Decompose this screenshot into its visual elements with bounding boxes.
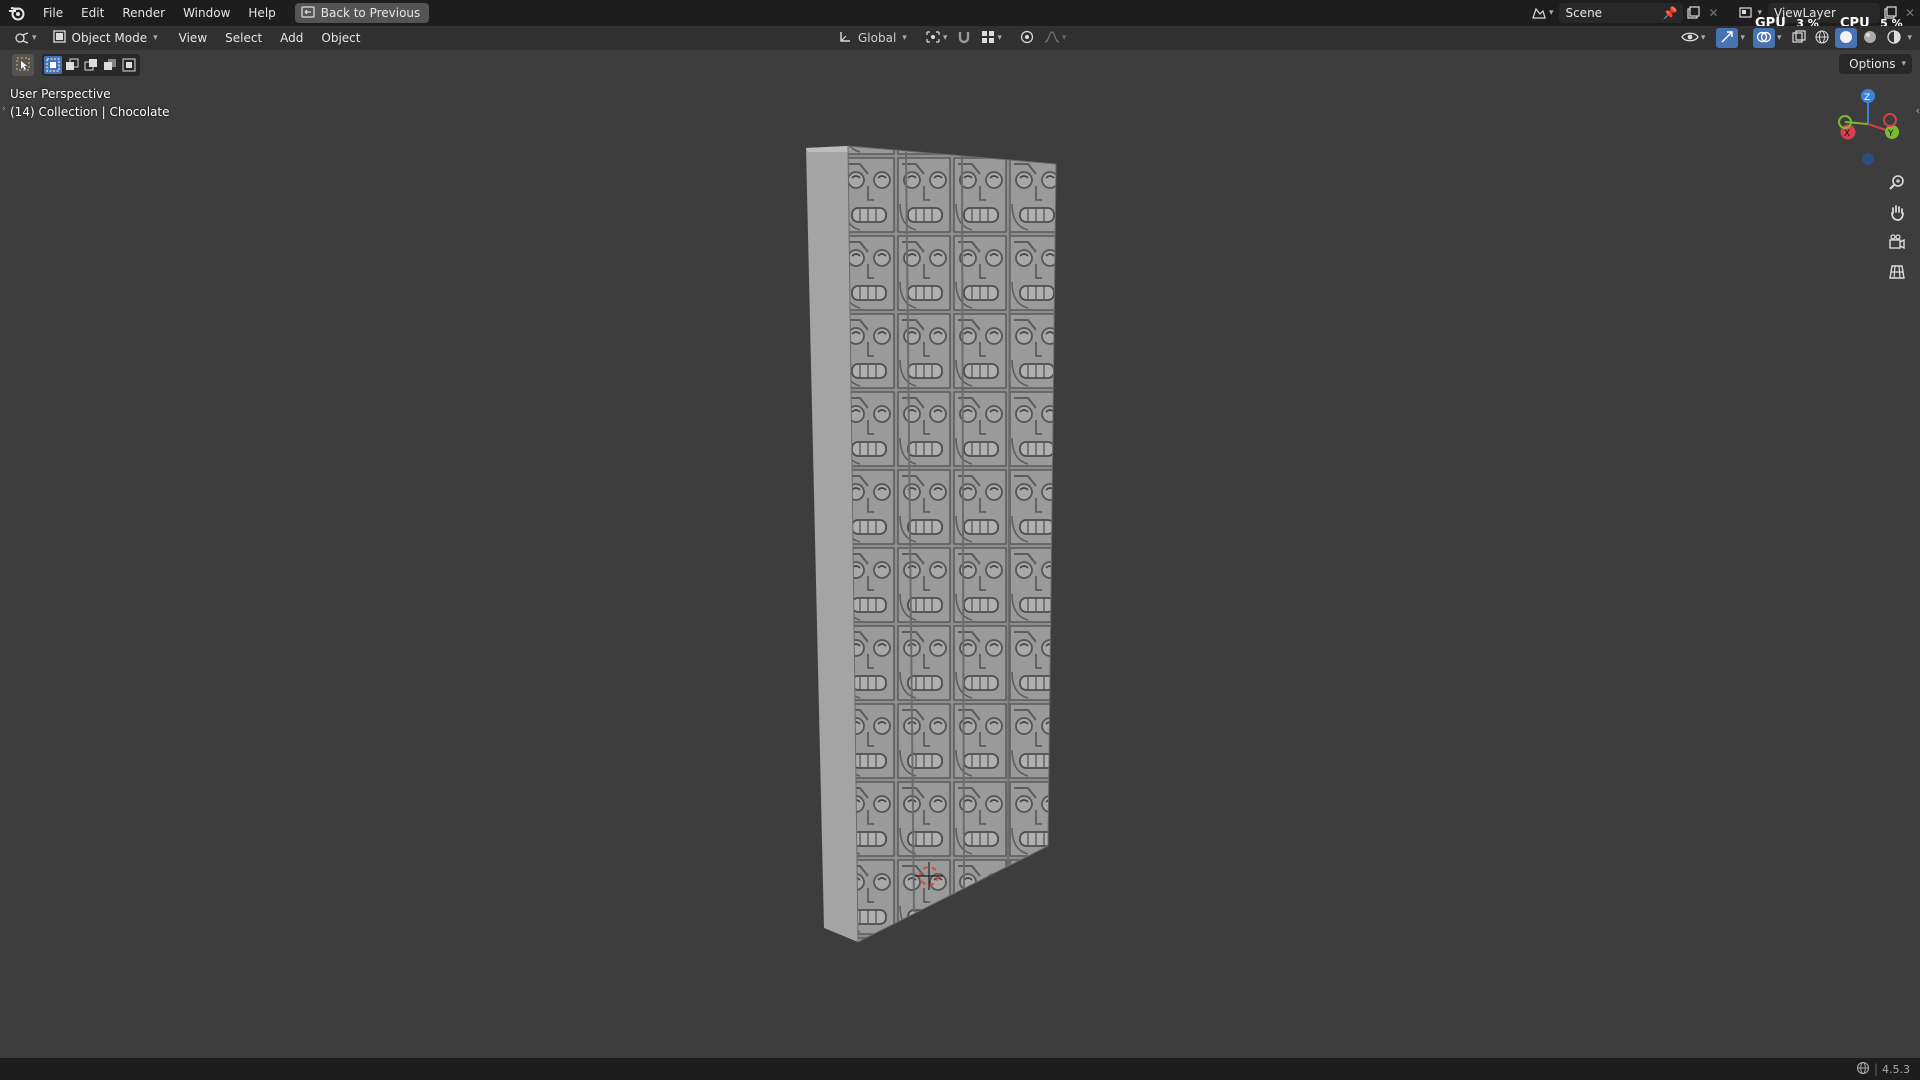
gizmo-y-label: Y [1887,129,1894,139]
status-bar: | 4.5.3 [0,1058,1920,1080]
perspective-toggle-button[interactable] [1884,260,1910,286]
sidebar-toggle-chevron-icon[interactable]: ‹ [1916,104,1920,117]
hand-icon [1888,203,1906,224]
navigation-gizmo[interactable]: Z Y X [1838,89,1899,165]
camera-icon [1888,233,1906,254]
gizmo-x-axis-negative[interactable] [1883,113,1897,127]
object-top-edge [806,146,848,152]
network-globe-icon[interactable] [1856,1061,1870,1078]
gizmo-x-label: X [1844,129,1850,139]
version-label: 4.5.3 [1882,1062,1910,1076]
zoom-magnifier-icon [1888,173,1906,194]
pan-button[interactable] [1884,200,1910,226]
status-separator: | [1873,1062,1878,1076]
grid-icon [1888,263,1906,284]
camera-view-button[interactable] [1884,230,1910,256]
zoom-button[interactable] [1884,170,1910,196]
gizmo-z-label: Z [1864,93,1870,103]
object-front-face [848,146,1056,942]
viewport-canvas[interactable]: Z Y X [0,0,1920,1080]
gizmo-z-axis-negative[interactable] [1862,153,1874,165]
